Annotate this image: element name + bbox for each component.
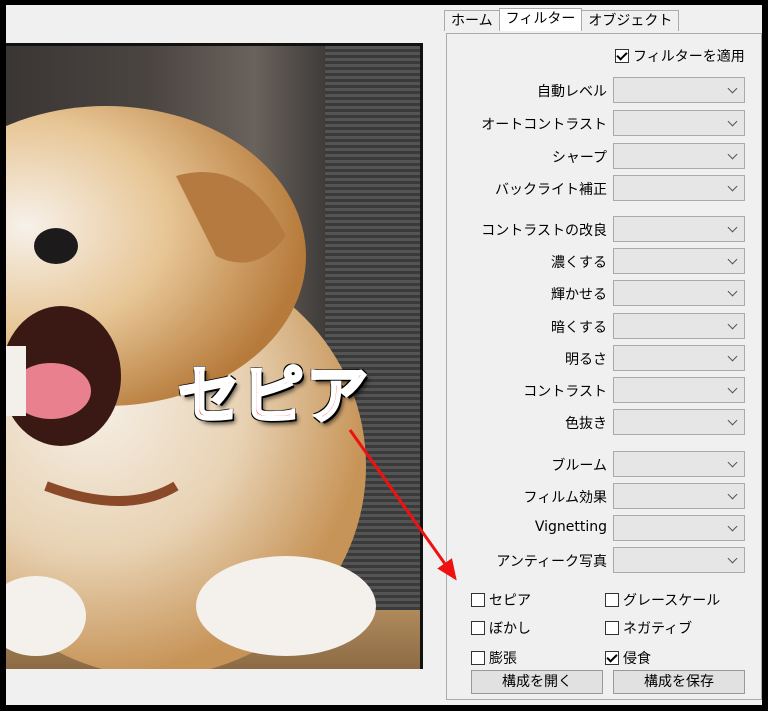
dropdown-label: コントラストの改良 [481, 223, 607, 239]
chevron-down-icon [727, 149, 738, 160]
checkbox-icon[interactable] [615, 49, 629, 63]
checkbox-label: ネガティブ [623, 621, 693, 637]
chevron-down-icon [727, 286, 738, 297]
dropdown-auto-contrast: オートコントラスト [447, 110, 747, 138]
auto-level-select[interactable] [613, 77, 745, 103]
chevron-down-icon [727, 521, 738, 532]
dropdown-darken: 暗くする [447, 313, 747, 341]
chevron-down-icon [727, 351, 738, 362]
chevron-down-icon [727, 181, 738, 192]
save-config-button[interactable]: 構成を保存 [613, 670, 745, 694]
erode-checkbox[interactable]: 侵食 [605, 648, 651, 668]
chevron-down-icon [727, 457, 738, 468]
checkbox-label: 膨張 [489, 651, 517, 667]
chevron-down-icon [727, 553, 738, 564]
vignetting-select[interactable] [613, 515, 745, 541]
dropdown-sharpen: シャープ [447, 143, 747, 171]
apply-filter-checkbox[interactable]: フィルターを適用 [615, 46, 745, 66]
dropdown-label: 暗くする [551, 320, 607, 336]
dilate-checkbox[interactable]: 膨張 [471, 648, 517, 668]
open-config-button[interactable]: 構成を開く [471, 670, 603, 694]
backlight-select[interactable] [613, 175, 745, 201]
dropdown-film-effect: フィルム効果 [447, 483, 747, 511]
dropdown-antique-photo: アンティーク写真 [447, 547, 747, 575]
dropdown-label: 自動レベル [537, 84, 607, 100]
dropdown-contrast: コントラスト [447, 377, 747, 405]
dropdown-label: アンティーク写真 [496, 554, 607, 570]
tab-bar: ホーム フィルター オブジェクト [444, 8, 680, 32]
dropdown-label: ブルーム [551, 458, 607, 474]
dropdown-contrast-improve: コントラストの改良 [447, 216, 747, 244]
dropdown-label: バックライト補正 [495, 182, 607, 198]
checkbox-label: ぼかし [489, 621, 531, 637]
dropdown-label: 色抜き [565, 416, 607, 432]
dropdown-desaturate: 色抜き [447, 409, 747, 437]
film-effect-select[interactable] [613, 483, 745, 509]
chevron-down-icon [727, 415, 738, 426]
dropdown-brighten: 輝かせる [447, 280, 747, 308]
dropdown-brightness: 明るさ [447, 345, 747, 373]
chevron-down-icon [727, 83, 738, 94]
tab-home[interactable]: ホーム [444, 10, 500, 31]
checkbox-icon[interactable] [471, 593, 485, 607]
dropdown-label: 明るさ [565, 352, 607, 368]
status-bar [6, 669, 426, 705]
dropdown-vignetting: Vignetting [447, 515, 747, 543]
checkbox-icon[interactable] [605, 593, 619, 607]
antique-photo-select[interactable] [613, 547, 745, 573]
desaturate-select[interactable] [613, 409, 745, 435]
chevron-down-icon [727, 383, 738, 394]
dropdown-label: シャープ [551, 150, 607, 166]
sepia-annotation: セピア [176, 358, 371, 434]
filter-panel: フィルターを適用 自動レベル オートコントラスト シャープ バックライト補正 コ… [446, 33, 762, 700]
dropdown-bloom: ブルーム [447, 451, 747, 479]
bloom-select[interactable] [613, 451, 745, 477]
dropdown-auto-level: 自動レベル [447, 77, 747, 105]
chevron-down-icon [727, 254, 738, 265]
chevron-down-icon [727, 222, 738, 233]
checkbox-label: セピア [489, 593, 531, 609]
checkbox-icon[interactable] [605, 621, 619, 635]
sepia-checkbox[interactable]: セピア [471, 590, 531, 610]
grayscale-checkbox[interactable]: グレースケール [605, 590, 720, 610]
app-window: ホーム フィルター オブジェクト フィルターを適用 自動レベル オートコントラス… [6, 5, 762, 705]
brighten-select[interactable] [613, 280, 745, 306]
dropdown-label: コントラスト [523, 384, 607, 400]
contrast-select[interactable] [613, 377, 745, 403]
chevron-down-icon [727, 489, 738, 500]
checkbox-label: 侵食 [623, 651, 651, 667]
chevron-down-icon [727, 116, 738, 127]
dropdown-darken-more: 濃くする [447, 248, 747, 276]
negative-checkbox[interactable]: ネガティブ [605, 618, 692, 638]
dropdown-backlight: バックライト補正 [447, 175, 747, 203]
checkbox-icon[interactable] [471, 651, 485, 665]
apply-filter-label: フィルターを適用 [633, 49, 745, 65]
darken-more-select[interactable] [613, 248, 745, 274]
chevron-down-icon [727, 319, 738, 330]
dropdown-label: 濃くする [551, 255, 607, 271]
brightness-select[interactable] [613, 345, 745, 371]
dropdown-label: 輝かせる [551, 287, 607, 303]
auto-contrast-select[interactable] [613, 110, 745, 136]
dropdown-label: フィルム効果 [523, 490, 607, 506]
tab-object[interactable]: オブジェクト [581, 10, 680, 31]
tab-filter[interactable]: フィルター [498, 8, 583, 31]
checkbox-icon[interactable] [471, 621, 485, 635]
contrast-improve-select[interactable] [613, 216, 745, 242]
checkbox-label: グレースケール [623, 593, 721, 609]
dropdown-label: Vignetting [534, 519, 607, 535]
checkbox-icon[interactable] [605, 651, 619, 665]
sharpen-select[interactable] [613, 143, 745, 169]
blur-checkbox[interactable]: ぼかし [471, 618, 531, 638]
dropdown-label: オートコントラスト [481, 117, 607, 133]
darken-select[interactable] [613, 313, 745, 339]
